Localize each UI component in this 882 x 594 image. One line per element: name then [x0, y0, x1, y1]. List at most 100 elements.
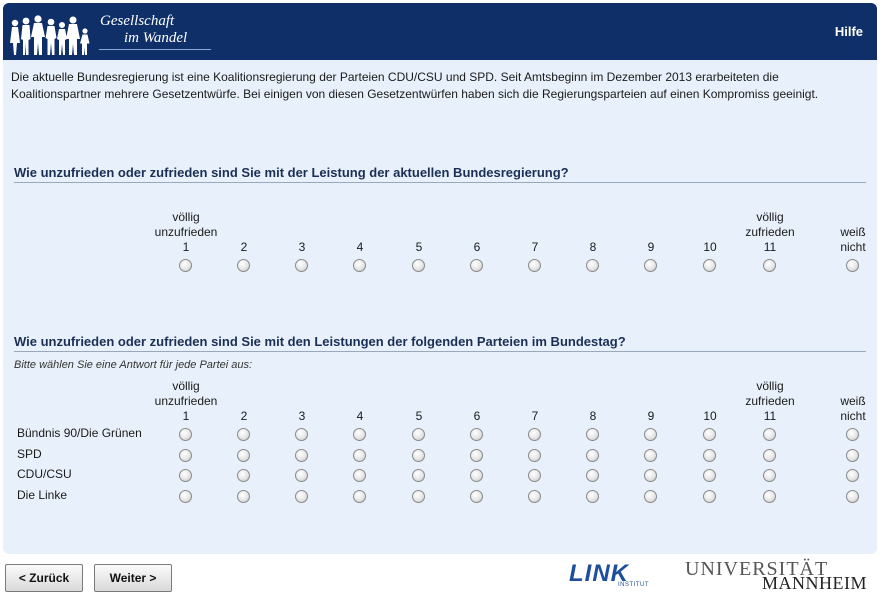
party-1-radio-6[interactable]: [470, 428, 483, 441]
scale-point-5: 5: [415, 409, 423, 423]
next-button[interactable]: Weiter >: [94, 564, 172, 592]
scale-label-low: völlig unzufrieden: [154, 379, 218, 408]
party-row-label: Die Linke: [17, 488, 68, 502]
party-1-radio-7[interactable]: [528, 428, 541, 441]
party-2-radio-2[interactable]: [237, 449, 250, 462]
party-2-radio-11[interactable]: [763, 449, 776, 462]
party-4-radio-11[interactable]: [763, 490, 776, 503]
q1-radio-4[interactable]: [353, 259, 366, 272]
party-4-radio-8[interactable]: [586, 490, 599, 503]
logo-underline: [99, 49, 211, 50]
party-1-radio-10[interactable]: [703, 428, 716, 441]
scale-point-2: 2: [240, 240, 248, 254]
scale-point-7: 7: [531, 409, 539, 423]
party-row-label: Bündnis 90/Die Grünen: [17, 426, 142, 440]
party-2-radio-9[interactable]: [644, 449, 657, 462]
party-3-radio-5[interactable]: [412, 469, 425, 482]
party-3-radio-8[interactable]: [586, 469, 599, 482]
party-1-radio-11[interactable]: [763, 428, 776, 441]
q1-radio-6[interactable]: [470, 259, 483, 272]
back-button[interactable]: < Zurück: [5, 564, 83, 592]
party-3-radio-dont-know[interactable]: [846, 469, 859, 482]
scale-point-11: 11: [763, 409, 777, 423]
question1-title: Wie unzufrieden oder zufrieden sind Sie …: [14, 165, 866, 183]
party-3-radio-7[interactable]: [528, 469, 541, 482]
scale-point-8: 8: [589, 240, 597, 254]
party-4-radio-2[interactable]: [237, 490, 250, 503]
scale-point-9: 9: [647, 240, 655, 254]
help-link[interactable]: Hilfe: [835, 24, 863, 39]
q1-radio-2[interactable]: [237, 259, 250, 272]
party-3-radio-2[interactable]: [237, 469, 250, 482]
intro-text: Die aktuelle Bundesregierung ist eine Ko…: [11, 70, 819, 101]
party-4-radio-3[interactable]: [295, 490, 308, 503]
party-3-radio-6[interactable]: [470, 469, 483, 482]
party-4-radio-9[interactable]: [644, 490, 657, 503]
logo-text-line2: im Wandel: [124, 30, 188, 46]
party-1-radio-dont-know[interactable]: [846, 428, 859, 441]
q1-radio-7[interactable]: [528, 259, 541, 272]
survey-frame: Gesellschaft im Wandel Hilfe Die aktuell…: [3, 3, 877, 554]
party-4-radio-dont-know[interactable]: [846, 490, 859, 503]
party-1-radio-9[interactable]: [644, 428, 657, 441]
party-4-radio-10[interactable]: [703, 490, 716, 503]
party-4-radio-4[interactable]: [353, 490, 366, 503]
party-2-radio-7[interactable]: [528, 449, 541, 462]
scale-point-7: 7: [531, 240, 539, 254]
party-2-radio-10[interactable]: [703, 449, 716, 462]
party-2-radio-3[interactable]: [295, 449, 308, 462]
party-row-label: SPD: [17, 447, 42, 461]
q1-radio-8[interactable]: [586, 259, 599, 272]
scale-label-dont-know: weiß nicht: [840, 225, 866, 254]
q1-radio-9[interactable]: [644, 259, 657, 272]
scale-point-10: 10: [703, 409, 717, 423]
scale-point-10: 10: [703, 240, 717, 254]
scale-point-8: 8: [589, 409, 597, 423]
party-1-radio-3[interactable]: [295, 428, 308, 441]
party-4-radio-1[interactable]: [179, 490, 192, 503]
scale-point-3: 3: [298, 409, 306, 423]
party-1-radio-8[interactable]: [586, 428, 599, 441]
party-2-radio-dont-know[interactable]: [846, 449, 859, 462]
party-2-radio-6[interactable]: [470, 449, 483, 462]
q1-radio-dont-know[interactable]: [846, 259, 859, 272]
party-4-radio-5[interactable]: [412, 490, 425, 503]
link-institut-logo: LINK INSTITUT: [569, 560, 651, 590]
q1-radio-3[interactable]: [295, 259, 308, 272]
q1-radio-5[interactable]: [412, 259, 425, 272]
scale-point-6: 6: [473, 240, 481, 254]
party-3-radio-3[interactable]: [295, 469, 308, 482]
party-1-radio-4[interactable]: [353, 428, 366, 441]
scale-point-5: 5: [415, 240, 423, 254]
scale-label-high: völlig zufrieden: [745, 210, 795, 239]
party-3-radio-9[interactable]: [644, 469, 657, 482]
q1-radio-1[interactable]: [179, 259, 192, 272]
party-1-radio-5[interactable]: [412, 428, 425, 441]
q1-radio-10[interactable]: [703, 259, 716, 272]
header-bar: Gesellschaft im Wandel Hilfe: [3, 3, 877, 60]
question2-title: Wie unzufrieden oder zufrieden sind Sie …: [14, 334, 866, 352]
scale-label-high: völlig zufrieden: [745, 379, 795, 408]
scale-point-3: 3: [298, 240, 306, 254]
uni-logo-line2: MANNHEIM: [762, 573, 867, 593]
party-1-radio-2[interactable]: [237, 428, 250, 441]
party-row-label: CDU/CSU: [17, 467, 72, 481]
scale-label-dont-know: weiß nicht: [840, 394, 866, 423]
party-2-radio-8[interactable]: [586, 449, 599, 462]
party-1-radio-1[interactable]: [179, 428, 192, 441]
party-2-radio-5[interactable]: [412, 449, 425, 462]
party-3-radio-10[interactable]: [703, 469, 716, 482]
party-4-radio-7[interactable]: [528, 490, 541, 503]
party-2-radio-1[interactable]: [179, 449, 192, 462]
party-2-radio-4[interactable]: [353, 449, 366, 462]
scale-point-1: 1: [182, 240, 190, 254]
scale-point-4: 4: [356, 240, 364, 254]
party-3-radio-11[interactable]: [763, 469, 776, 482]
scale-point-11: 11: [763, 240, 777, 254]
party-3-radio-4[interactable]: [353, 469, 366, 482]
link-logo-sub: INSTITUT: [618, 582, 649, 588]
scale-point-4: 4: [356, 409, 364, 423]
q1-radio-11[interactable]: [763, 259, 776, 272]
party-4-radio-6[interactable]: [470, 490, 483, 503]
party-3-radio-1[interactable]: [179, 469, 192, 482]
